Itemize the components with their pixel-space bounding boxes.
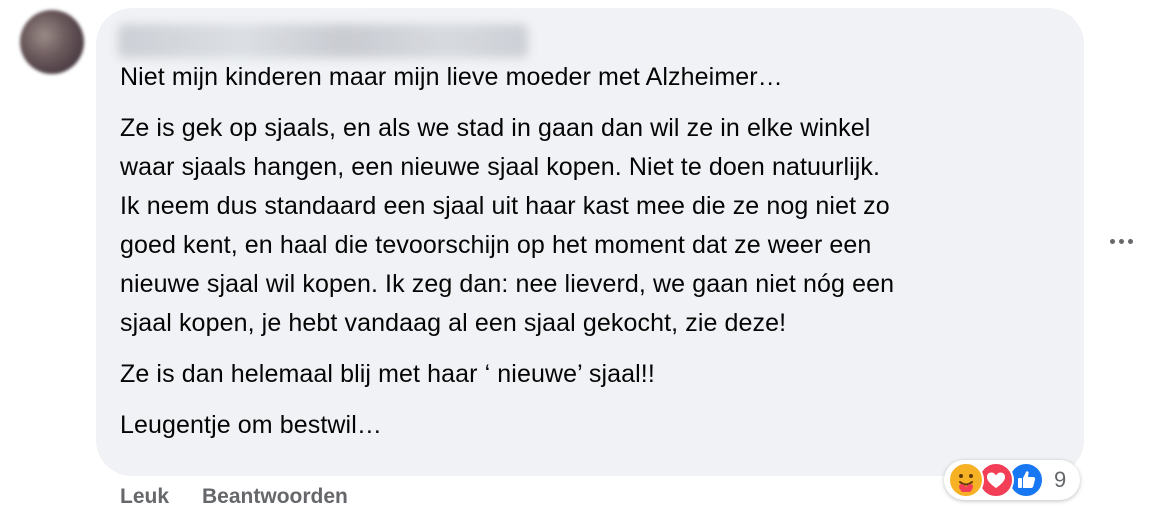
comment-line: Niet mijn kinderen maar mijn lieve moede…	[120, 63, 783, 91]
comment-line: waar sjaals hangen, een nieuwe sjaal kop…	[120, 153, 881, 181]
more-horizontal-icon	[1109, 238, 1115, 244]
comment-paragraph: Ze is gek op sjaals, en als we stad in g…	[120, 109, 1070, 343]
comment-paragraph: Leugentje om bestwil…	[120, 406, 1070, 445]
more-horizontal-icon	[1127, 238, 1133, 244]
comment-body: Niet mijn kinderen maar mijn lieve moede…	[120, 58, 1070, 457]
author-name-blurred[interactable]	[118, 24, 528, 58]
reaction-count: 9	[1054, 467, 1067, 492]
comment-thread: Niet mijn kinderen maar mijn lieve moede…	[0, 0, 1162, 520]
like-button[interactable]: Leuk	[120, 485, 169, 509]
care-reaction-icon	[948, 462, 984, 498]
comment-line: nieuwe sjaal wil kopen. Ik zeg dan: nee …	[120, 270, 895, 298]
comment-paragraph: Niet mijn kinderen maar mijn lieve moede…	[120, 58, 1070, 97]
more-horizontal-icon	[1118, 238, 1124, 244]
avatar[interactable]	[20, 10, 84, 74]
reply-button[interactable]: Beantwoorden	[202, 485, 348, 509]
comment-line: Ze is dan helemaal blij met haar ‘ nieuw…	[120, 360, 655, 388]
comment-paragraph: Ze is dan helemaal blij met haar ‘ nieuw…	[120, 355, 1070, 394]
more-options-button[interactable]	[1104, 230, 1138, 252]
comment-line: goed kent, en haal die tevoorschijn op h…	[120, 231, 872, 259]
comment-actions: Leuk Beantwoorden	[120, 482, 348, 512]
comment-line: Leugentje om bestwil…	[120, 411, 382, 439]
comment-line: Ik neem dus standaard een sjaal uit haar…	[120, 192, 890, 220]
reactions-summary[interactable]: 9	[944, 460, 1080, 500]
comment-line: Ze is gek op sjaals, en als we stad in g…	[120, 114, 871, 142]
comment-line: sjaal kopen, je hebt vandaag al een sjaa…	[120, 309, 787, 337]
